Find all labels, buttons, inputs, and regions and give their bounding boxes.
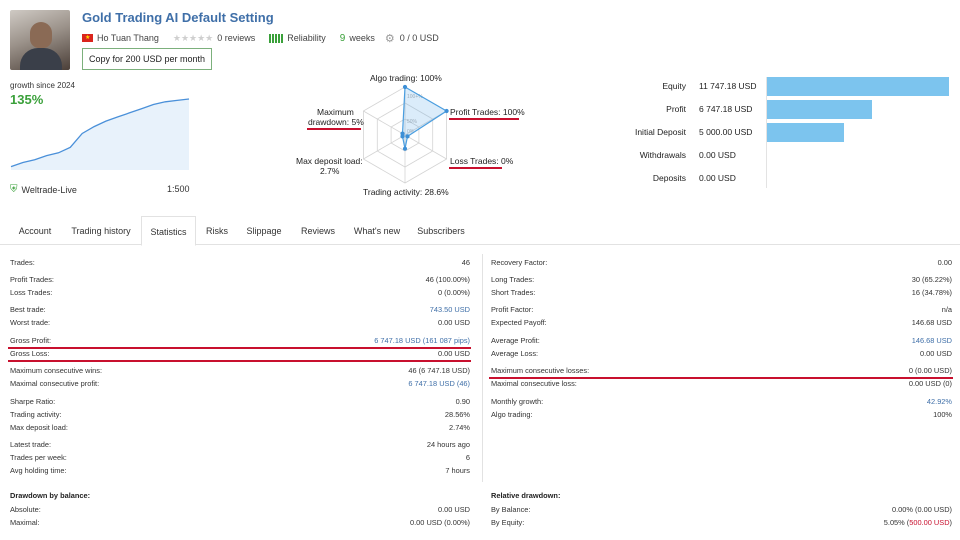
stat-avg-holding-time: Avg holding time: 7 hours: [10, 466, 470, 475]
tab-reviews[interactable]: Reviews: [297, 216, 339, 244]
tab-bar: Account Trading history Statistics Risks…: [0, 216, 960, 246]
balance-label: Equity: [662, 81, 686, 91]
radar-label-profit-trades: Profit Trades: 100%: [450, 107, 525, 117]
radar-chart: 100+%50%0%: [362, 84, 449, 184]
subscribers-gear-icon: ⚙: [384, 32, 395, 45]
balance-label: Initial Deposit: [634, 127, 686, 137]
tab-risks[interactable]: Risks: [201, 216, 233, 244]
stat-maximal-consecutive-profit: Maximal consecutive profit: 6 747.18 USD …: [10, 379, 470, 388]
growth-since-label: growth since 2024: [10, 81, 75, 90]
balance-bar: [767, 123, 844, 142]
stat-trades: Trades: 46: [10, 258, 470, 267]
balance-value: 6 747.18 USD: [699, 104, 753, 114]
signal-title: Gold Trading AI Default Setting: [82, 10, 274, 25]
stat-expected-payoff: Expected Payoff: 146.68 USD: [491, 318, 952, 327]
stat-long-trades: Long Trades: 30 (65.22%): [491, 275, 952, 284]
stat-trades-per-week: Trades per week: 6: [10, 453, 470, 462]
stat-algo-trading: Algo trading: 100%: [491, 410, 952, 419]
stat-relative-by-equity: By Equity: 5.05% (500.00 USD): [491, 518, 952, 527]
balance-label: Deposits: [652, 173, 686, 183]
balance-label: Profit: [666, 104, 686, 114]
radar-label-max-deposit-2: 2.7%: [320, 166, 340, 176]
balance-value: 0.00 USD: [699, 150, 736, 160]
stat-max-consecutive-losses: Maximum consecutive losses: 0 (0.00 USD): [491, 366, 952, 375]
stat-best-trade: Best trade: 743.50 USD: [10, 305, 470, 314]
stat-drawdown-absolute: Absolute: 0.00 USD: [10, 505, 470, 514]
weeks-label: weeks: [349, 33, 375, 43]
radar-point: [402, 146, 408, 151]
reliability-label: Reliability: [287, 33, 326, 43]
stat-sharpe-ratio: Sharpe Ratio: 0.90: [10, 397, 470, 406]
stat-loss-trades: Loss Trades: 0 (0.00%): [10, 288, 470, 297]
radar-label-trading-activity: Trading activity: 28.6%: [363, 187, 449, 197]
radar-label-max-deposit-1: Max deposit load:: [296, 156, 363, 166]
balance-value: 11 747.18 USD: [699, 81, 757, 91]
tab-subscribers[interactable]: Subscribers: [414, 216, 468, 244]
radar-point: [444, 108, 449, 114]
weeks-count: 9: [339, 32, 346, 44]
stat-relative-by-balance: By Balance: 0.00% (0.00 USD): [491, 505, 952, 514]
stat-gross-profit: Gross Profit: 6 747.18 USD (161 087 pips): [10, 336, 470, 345]
shield-check-icon: ⛨: [10, 184, 18, 195]
stat-average-loss: Average Loss: 0.00 USD: [491, 349, 952, 358]
column-divider: [482, 254, 483, 482]
radar-label-algo: Algo trading: 100%: [370, 73, 442, 83]
subscribers-funds: 0 / 0 USD: [399, 33, 439, 43]
radar-label-max-drawdown-1: Maximum: [317, 107, 354, 117]
stat-profit-trades: Profit Trades: 46 (100.00%): [10, 275, 470, 284]
stat-average-profit: Average Profit: 146.68 USD: [491, 336, 952, 345]
broker-name: Weltrade-Live: [21, 184, 77, 195]
stat-latest-trade: Latest trade: 24 hours ago: [10, 440, 470, 449]
balance-label: Withdrawals: [639, 150, 686, 160]
highlight-underline: [449, 167, 502, 169]
tab-account[interactable]: Account: [10, 216, 60, 244]
highlight-underline: [449, 118, 519, 120]
stat-recovery-factor: Recovery Factor: 0.00: [491, 258, 952, 267]
stat-short-trades: Short Trades: 16 (34.78%): [491, 288, 952, 297]
radar-value-shape: [401, 85, 448, 149]
author-name-link[interactable]: Ho Tuan Thang: [97, 33, 159, 43]
stat-max-deposit-load: Max deposit load: 2.74%: [10, 423, 470, 432]
tab-statistics[interactable]: Statistics: [141, 216, 196, 246]
tab-trading-history[interactable]: Trading history: [66, 216, 136, 244]
stat-gross-loss: Gross Loss: 0.00 USD: [10, 349, 470, 358]
stat-trading-activity: Trading activity: 28.56%: [10, 410, 470, 419]
drawdown-by-balance-title: Drawdown by balance:: [10, 491, 91, 500]
stat-max-consecutive-wins: Maximum consecutive wins: 46 (6 747.18 US…: [10, 366, 470, 375]
balance-value: 5 000.00 USD: [699, 127, 753, 137]
stat-maximal-consecutive-loss: Maximal consecutive loss: 0.00 USD (0): [491, 379, 952, 388]
copy-signal-button[interactable]: Copy for 200 USD per month: [82, 48, 212, 70]
signal-meta-row: Ho Tuan Thang ★★★★★ 0 reviews Reliabilit…: [82, 31, 439, 45]
rating-stars-icon: ★★★★★: [172, 32, 214, 43]
growth-chart[interactable]: [10, 95, 190, 170]
radar-point: [405, 134, 410, 139]
reliability-bars-icon: [269, 33, 284, 43]
stat-drawdown-maximal: Maximal: 0.00 USD (0.00%): [10, 518, 470, 527]
tab-whats-new[interactable]: What's new: [350, 216, 404, 244]
radar-label-loss-trades: Loss Trades: 0%: [450, 156, 514, 166]
highlight-underline: [307, 128, 361, 130]
leverage-value: 1:500: [167, 184, 190, 194]
vietnam-flag-icon: [82, 34, 93, 42]
balance-bar: [767, 100, 872, 119]
highlight-underline: [8, 360, 471, 362]
stat-monthly-growth: Monthly growth: 42.92%: [491, 397, 952, 406]
reviews-count[interactable]: 0 reviews: [217, 33, 255, 43]
stat-worst-trade: Worst trade: 0.00 USD: [10, 318, 470, 327]
broker-server[interactable]: ⛨ Weltrade-Live: [10, 184, 77, 195]
relative-drawdown-title: Relative drawdown:: [491, 491, 561, 500]
author-avatar[interactable]: [10, 10, 70, 70]
balance-bar: [767, 77, 949, 96]
tab-slippage[interactable]: Slippage: [242, 216, 286, 244]
stat-profit-factor: Profit Factor: n/a: [491, 305, 952, 314]
radar-point: [402, 84, 408, 90]
radar-point: [400, 131, 405, 136]
balance-value: 0.00 USD: [699, 173, 736, 183]
radar-label-max-drawdown-2: drawdown: 5%: [308, 117, 364, 127]
